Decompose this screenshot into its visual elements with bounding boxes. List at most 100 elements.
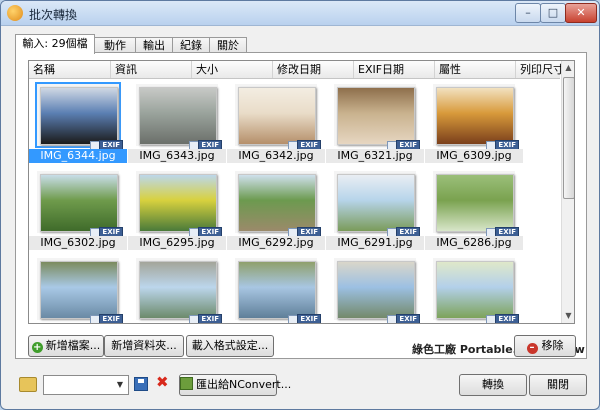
vertical-scrollbar[interactable]: ▲ ▼ bbox=[561, 61, 574, 323]
exif-badge: EXIF bbox=[297, 314, 321, 323]
file-list[interactable]: 名稱 資訊 大小 修改日期 EXIF日期 屬性 列印尺寸 EXIF IMG_634… bbox=[28, 60, 575, 324]
tab-log[interactable]: 紀錄 bbox=[172, 37, 210, 53]
list-item[interactable]: EXIFIMG_6281.jpg bbox=[128, 253, 226, 323]
list-item[interactable]: EXIF IMG_6343.jpg bbox=[128, 79, 226, 165]
thumbnail-frame: EXIF bbox=[334, 84, 420, 150]
scroll-down-icon[interactable]: ▼ bbox=[562, 309, 574, 323]
thumbnail-frame: EXIF bbox=[433, 84, 519, 150]
export-nconvert-button[interactable]: 匯出給NConvert... bbox=[179, 374, 291, 396]
thumbnail-image: EXIF bbox=[40, 174, 123, 237]
list-item[interactable]: EXIF IMG_6291.jpg bbox=[326, 166, 424, 252]
batch-convert-window: 批次轉換 – □ ✕ 輸入: 29個檔 動作 輸出 紀錄 關於 名稱 資訊 大小… bbox=[0, 0, 600, 410]
thumbnail-image: EXIF bbox=[436, 261, 519, 323]
thumbnail-image: EXIF bbox=[40, 87, 123, 150]
file-name: IMG_6286.jpg bbox=[425, 236, 523, 250]
add-files-label: 新增檔案... bbox=[45, 339, 101, 352]
window-title: 批次轉換 bbox=[29, 8, 78, 22]
thumbnail-frame: EXIF bbox=[235, 258, 321, 323]
list-item[interactable]: EXIF IMG_6302.jpg bbox=[29, 166, 127, 252]
list-item[interactable]: EXIF IMG_6286.jpg bbox=[425, 166, 523, 252]
thumbnail-frame: EXIF bbox=[235, 171, 321, 237]
tab-output[interactable]: 輸出 bbox=[135, 37, 173, 53]
close-window-button[interactable]: ✕ bbox=[565, 3, 597, 23]
list-item[interactable]: EXIF IMG_6321.jpg bbox=[326, 79, 424, 165]
remove-button[interactable]: – 移除 bbox=[514, 335, 576, 357]
column-size[interactable]: 大小 bbox=[192, 61, 273, 78]
column-exif-date[interactable]: EXIF日期 bbox=[354, 61, 435, 78]
exif-badge: EXIF bbox=[396, 314, 420, 323]
thumbnail-frame: EXIF bbox=[37, 258, 123, 323]
thumbnail-image: EXIF bbox=[238, 87, 321, 150]
list-item[interactable]: EXIFIMG_6278.jpg bbox=[227, 253, 325, 323]
thumbnail-image: EXIF bbox=[337, 87, 420, 150]
thumbnail-frame: EXIF bbox=[37, 171, 123, 237]
tab-actions[interactable]: 動作 bbox=[94, 37, 136, 53]
thumbnail-image: EXIF bbox=[40, 261, 123, 323]
plus-icon: + bbox=[31, 342, 43, 353]
load-format-button[interactable]: 載入格式設定... bbox=[186, 335, 274, 357]
thumbnail-image: EXIF bbox=[337, 261, 420, 323]
exif-badge: EXIF bbox=[99, 314, 123, 323]
column-attributes[interactable]: 屬性 bbox=[435, 61, 516, 78]
thumbnail-frame: EXIF bbox=[433, 171, 519, 237]
thumbnail-image: EXIF bbox=[139, 261, 222, 323]
column-modified-date[interactable]: 修改日期 bbox=[273, 61, 354, 78]
thumbnail-image: EXIF bbox=[238, 174, 321, 237]
list-item[interactable]: EXIFIMG_6282.jpg bbox=[29, 253, 127, 323]
list-item[interactable]: EXIF IMG_6292.jpg bbox=[227, 166, 325, 252]
delete-icon[interactable]: ✖ bbox=[156, 373, 169, 391]
thumbnail-image: EXIF bbox=[238, 261, 321, 323]
list-item[interactable]: EXIF IMG_6344.jpg bbox=[29, 79, 127, 165]
app-icon bbox=[7, 5, 23, 21]
thumbnail-frame: EXIF bbox=[235, 84, 321, 150]
list-header: 名稱 資訊 大小 修改日期 EXIF日期 屬性 列印尺寸 bbox=[29, 61, 564, 79]
list-item[interactable]: EXIFIMG_6274.jpg bbox=[326, 253, 424, 323]
add-folder-button[interactable]: 新增資料夾... bbox=[104, 335, 184, 357]
file-name: IMG_6309.jpg bbox=[425, 149, 523, 163]
thumbnail-frame: EXIF bbox=[334, 171, 420, 237]
thumbnail-frame: EXIF bbox=[433, 258, 519, 323]
column-print-size[interactable]: 列印尺寸 bbox=[516, 61, 564, 78]
column-name[interactable]: 名稱 bbox=[29, 61, 111, 78]
thumbnail-frame: EXIF bbox=[334, 258, 420, 323]
column-info[interactable]: 資訊 bbox=[111, 61, 192, 78]
thumbnail-frame: EXIF bbox=[136, 84, 222, 150]
thumbnail-image: EXIF bbox=[436, 174, 519, 237]
file-name: IMG_6343.jpg bbox=[128, 149, 226, 163]
scroll-thumb[interactable] bbox=[563, 77, 574, 199]
thumbnail-frame: EXIF bbox=[136, 258, 222, 323]
exif-badge: EXIF bbox=[495, 314, 519, 323]
tab-input[interactable]: 輸入: 29個檔 bbox=[15, 34, 95, 54]
file-name: IMG_6292.jpg bbox=[227, 236, 325, 250]
thumbnail-image: EXIF bbox=[337, 174, 420, 237]
minus-icon: – bbox=[526, 343, 538, 354]
exif-badge: EXIF bbox=[198, 314, 222, 323]
export-icon bbox=[180, 377, 193, 390]
thumbnail-frame: EXIF bbox=[136, 171, 222, 237]
convert-button[interactable]: 轉換 bbox=[459, 374, 527, 396]
folder-icon[interactable] bbox=[19, 377, 37, 392]
list-item[interactable]: EXIF IMG_6309.jpg bbox=[425, 79, 523, 165]
thumbnail-image: EXIF bbox=[139, 174, 222, 237]
chevron-down-icon[interactable]: ▼ bbox=[113, 377, 127, 393]
thumbnail-frame: EXIF bbox=[35, 82, 123, 150]
tab-about[interactable]: 關於 bbox=[209, 37, 247, 53]
maximize-button[interactable]: □ bbox=[540, 3, 566, 23]
minimize-button[interactable]: – bbox=[515, 3, 541, 23]
close-button[interactable]: 關閉 bbox=[529, 374, 587, 396]
list-item[interactable]: EXIFIMG_6271.jpg bbox=[425, 253, 523, 323]
export-nconvert-label: 匯出給NConvert... bbox=[196, 378, 292, 391]
file-name: IMG_6344.jpg bbox=[29, 149, 127, 163]
file-name: IMG_6321.jpg bbox=[326, 149, 424, 163]
file-name: IMG_6291.jpg bbox=[326, 236, 424, 250]
preset-combo[interactable]: ▼ bbox=[43, 375, 129, 395]
input-panel: 名稱 資訊 大小 修改日期 EXIF日期 屬性 列印尺寸 EXIF IMG_634… bbox=[15, 52, 587, 359]
save-icon[interactable] bbox=[134, 377, 148, 391]
file-name: IMG_6342.jpg bbox=[227, 149, 325, 163]
list-item[interactable]: EXIF IMG_6342.jpg bbox=[227, 79, 325, 165]
thumbnail-grid: EXIF IMG_6344.jpg EXIF IMG_6343.jpg EXIF IMG_… bbox=[29, 79, 560, 323]
list-item[interactable]: EXIF IMG_6295.jpg bbox=[128, 166, 226, 252]
add-files-button[interactable]: + 新增檔案... bbox=[28, 335, 104, 357]
thumbnail-image: EXIF bbox=[139, 87, 222, 150]
scroll-up-icon[interactable]: ▲ bbox=[562, 61, 574, 75]
